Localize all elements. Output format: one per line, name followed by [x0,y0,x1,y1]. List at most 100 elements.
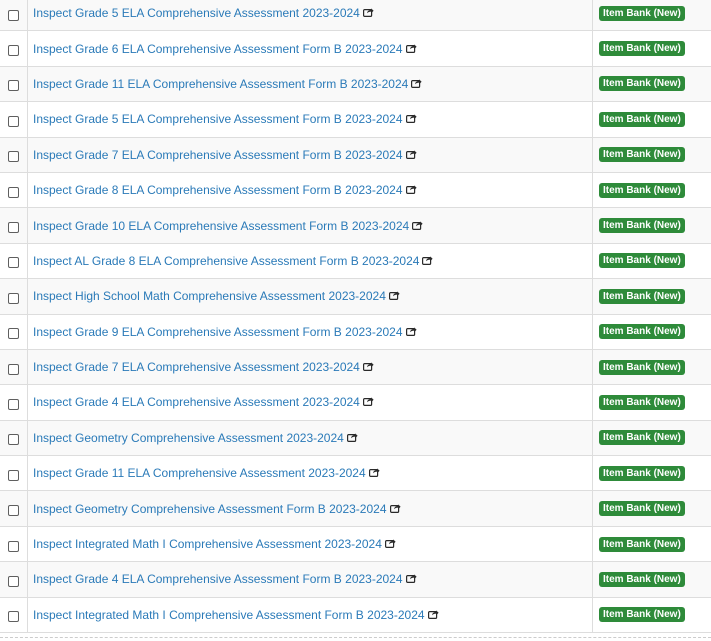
item-bank-badge: Item Bank (New) [599,41,685,57]
external-link-icon[interactable] [362,6,374,20]
row-select-cell [0,491,28,526]
external-link-icon[interactable] [427,608,439,622]
assessment-title-cell: Inspect Grade 10 ELA Comprehensive Asses… [28,208,593,243]
row-select-cell [0,137,28,172]
assessment-title-cell: Inspect Geometry Comprehensive Assessmen… [28,491,593,526]
assessment-title-cell: Inspect Grade 7 ELA Comprehensive Assess… [28,349,593,385]
assessment-title-link[interactable]: Inspect Grade 8 ELA Comprehensive Assess… [33,183,403,197]
external-link-icon[interactable] [368,466,380,480]
item-bank-badge: Item Bank (New) [599,324,685,340]
assessment-title-link[interactable]: Inspect High School Math Comprehensive A… [33,289,386,303]
row-select-checkbox[interactable] [8,398,19,410]
assessment-title-link[interactable]: Inspect Grade 4 ELA Comprehensive Assess… [33,572,403,586]
external-link-icon[interactable] [388,289,400,303]
external-link-icon[interactable] [422,254,434,268]
assessment-title-link[interactable]: Inspect Geometry Comprehensive Assessmen… [33,431,344,445]
table-row: Inspect High School Math Comprehensive A… [0,279,711,315]
table-row: Inspect AL Grade 8 ELA Comprehensive Ass… [0,243,711,280]
table-row: Inspect Integrated Math I Comprehensive … [0,526,711,563]
row-select-checkbox[interactable] [8,505,19,517]
assessment-title-link[interactable]: Inspect Grade 11 ELA Comprehensive Asses… [33,77,408,91]
row-select-checkbox[interactable] [8,469,19,481]
row-select-checkbox[interactable] [8,115,19,127]
external-link-icon[interactable] [412,219,423,233]
row-select-checkbox[interactable] [8,434,19,446]
item-bank-badge: Item Bank (New) [599,607,685,623]
row-select-cell [0,349,28,385]
assessment-title-link[interactable]: Inspect Grade 6 ELA Comprehensive Assess… [33,42,403,56]
external-link-icon[interactable] [389,502,401,516]
row-select-checkbox[interactable] [8,80,19,92]
item-bank-badge: Item Bank (New) [599,182,685,198]
row-select-checkbox[interactable] [8,257,19,269]
external-link-icon[interactable] [405,572,417,586]
assessment-title-link[interactable]: Inspect Grade 5 ELA Comprehensive Assess… [33,6,360,20]
assessment-title-cell: Inspect Grade 7 ELA Comprehensive Assess… [28,137,593,172]
row-select-cell [0,31,28,66]
item-bank-badge: Item Bank (New) [599,147,685,163]
assessment-type-cell: Item Bank (New) [593,0,711,30]
row-select-cell [0,279,28,314]
external-link-icon[interactable] [405,148,417,162]
assessment-type-cell: Item Bank (New) [593,456,711,490]
row-select-checkbox[interactable] [8,575,19,587]
external-link-icon[interactable] [411,77,422,91]
assessment-list: Inspect Grade 5 ELA Comprehensive Assess… [0,0,711,634]
row-select-checkbox[interactable] [8,292,19,304]
assessment-title-link[interactable]: Inspect Grade 7 ELA Comprehensive Assess… [33,360,360,374]
row-select-cell [0,0,28,31]
row-select-checkbox[interactable] [8,328,19,340]
assessment-type-cell: Item Bank (New) [593,208,711,242]
row-select-checkbox[interactable] [8,9,19,21]
assessment-title-cell: Inspect Grade 5 ELA Comprehensive Assess… [28,102,593,137]
table-row: Inspect Grade 4 ELA Comprehensive Assess… [0,385,711,421]
external-link-icon[interactable] [405,42,417,56]
assessment-title-link[interactable]: Inspect Grade 11 ELA Comprehensive Asses… [33,466,366,480]
row-select-cell [0,66,28,102]
assessment-title-link[interactable]: Inspect AL Grade 8 ELA Comprehensive Ass… [33,254,419,268]
external-link-icon[interactable] [346,431,358,445]
row-select-checkbox[interactable] [8,363,19,375]
external-link-icon[interactable] [405,325,417,339]
item-bank-badge: Item Bank (New) [599,253,685,269]
row-select-cell [0,597,28,633]
assessment-title-cell: Inspect Grade 4 ELA Comprehensive Assess… [28,385,593,420]
row-select-checkbox[interactable] [8,45,19,57]
assessment-title-cell: Inspect Grade 8 ELA Comprehensive Assess… [28,172,593,208]
assessment-title-link[interactable]: Inspect Geometry Comprehensive Assessmen… [33,502,387,516]
assessment-type-cell: Item Bank (New) [593,102,711,136]
assessment-title-link[interactable]: Inspect Grade 5 ELA Comprehensive Assess… [33,112,403,126]
assessment-type-cell: Item Bank (New) [593,31,711,65]
assessment-title-link[interactable]: Inspect Grade 9 ELA Comprehensive Assess… [33,325,403,339]
assessment-title-link[interactable]: Inspect Integrated Math I Comprehensive … [33,537,382,551]
table-row: Inspect Geometry Comprehensive Assessmen… [0,491,711,527]
item-bank-badge: Item Bank (New) [599,501,685,517]
table-row: Inspect Grade 4 ELA Comprehensive Assess… [0,562,711,598]
external-link-icon[interactable] [405,112,417,126]
external-link-icon[interactable] [362,395,374,409]
table-row: Inspect Geometry Comprehensive Assessmen… [0,420,711,457]
table-row: Inspect Grade 7 ELA Comprehensive Assess… [0,349,711,386]
table-row: Inspect Grade 7 ELA Comprehensive Assess… [0,137,711,173]
row-select-checkbox[interactable] [8,540,19,552]
row-select-checkbox[interactable] [8,611,19,623]
item-bank-badge: Item Bank (New) [599,394,685,410]
row-select-checkbox[interactable] [8,186,19,198]
assessment-title-cell: Inspect Geometry Comprehensive Assessmen… [28,420,593,456]
row-select-checkbox[interactable] [8,222,19,234]
assessment-title-link[interactable]: Inspect Grade 10 ELA Comprehensive Asses… [33,219,409,233]
assessment-title-cell: Inspect AL Grade 8 ELA Comprehensive Ass… [28,243,593,279]
assessment-title-link[interactable]: Inspect Grade 7 ELA Comprehensive Assess… [33,148,403,162]
external-link-icon[interactable] [384,537,396,551]
external-link-icon[interactable] [405,183,417,197]
item-bank-badge: Item Bank (New) [599,5,685,21]
item-bank-badge: Item Bank (New) [599,288,685,304]
assessment-type-cell: Item Bank (New) [593,385,711,419]
assessment-title-link[interactable]: Inspect Grade 4 ELA Comprehensive Assess… [33,395,360,409]
assessment-title-cell: Inspect Grade 5 ELA Comprehensive Assess… [28,0,593,31]
table-row: Inspect Grade 8 ELA Comprehensive Assess… [0,172,711,209]
row-select-checkbox[interactable] [8,151,19,163]
external-link-icon[interactable] [362,360,374,374]
assessment-title-link[interactable]: Inspect Integrated Math I Comprehensive … [33,608,425,622]
row-select-cell [0,243,28,279]
